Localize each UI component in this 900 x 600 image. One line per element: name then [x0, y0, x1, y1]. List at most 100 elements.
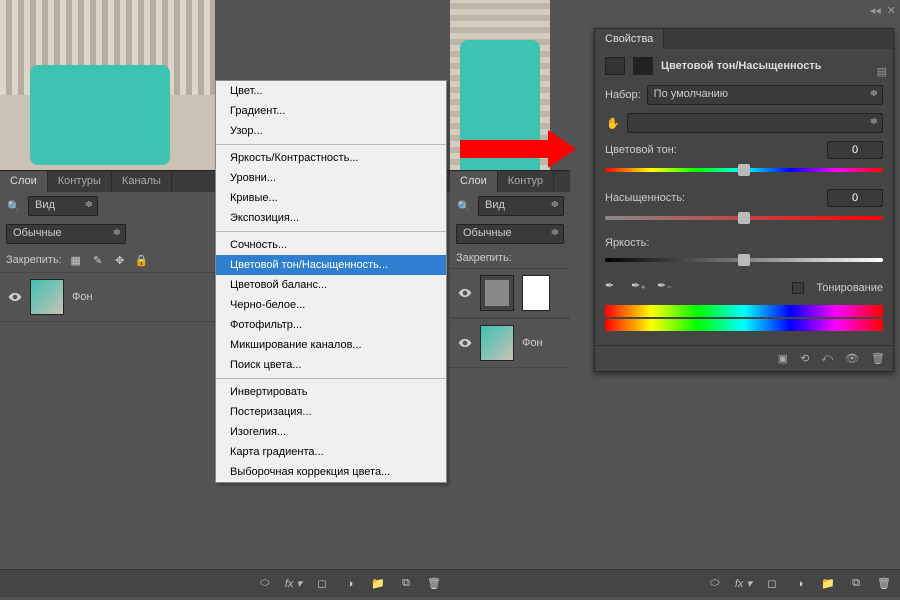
lightness-slider[interactable]: [605, 253, 883, 267]
saturation-value[interactable]: 0: [827, 189, 883, 207]
spectrum-bar-out: [605, 319, 883, 331]
layer-filter-select[interactable]: Вид: [28, 196, 98, 216]
lock-all-icon[interactable]: 🔒: [134, 252, 150, 268]
folder-icon[interactable]: 📁: [370, 576, 386, 592]
trash-icon[interactable]: 🗑: [876, 576, 892, 592]
properties-footer: ▣ ⟲ ⤺ 👁 🗑: [595, 345, 893, 371]
menu-photo-filter[interactable]: Фотофильтр...: [216, 315, 446, 335]
search-icon: 🔍: [6, 198, 22, 214]
preset-select[interactable]: По умолчанию: [647, 85, 883, 105]
reset-icon[interactable]: ⤺: [821, 352, 833, 365]
menu-gradient[interactable]: Градиент...: [216, 101, 446, 121]
mask-thumbnail: [522, 275, 550, 311]
menu-channel-mixer[interactable]: Микширование каналов...: [216, 335, 446, 355]
menu-threshold[interactable]: Изогелия...: [216, 422, 446, 442]
eyedropper-icon[interactable]: ✒: [605, 279, 623, 297]
hue-label: Цветовой тон:: [605, 144, 677, 156]
lock-label: Закрепить:: [456, 252, 512, 264]
mask-type-icon: [633, 57, 653, 75]
hue-slider[interactable]: [605, 163, 883, 177]
spectrum-bar-in: [605, 305, 883, 317]
menu-selective-color[interactable]: Выборочная коррекция цвета...: [216, 462, 446, 482]
canvas-preview: [0, 0, 215, 170]
colorize-label: Тонирование: [816, 282, 883, 294]
saturation-label: Насыщенность:: [605, 192, 685, 204]
menu-pattern[interactable]: Узор...: [216, 121, 446, 141]
new-layer-icon[interactable]: ⧉: [848, 576, 864, 592]
saturation-slider[interactable]: [605, 211, 883, 225]
visibility-icon[interactable]: [458, 286, 472, 300]
collapse-icon[interactable]: ◂◂: [870, 4, 881, 17]
blend-mode-select[interactable]: Обычные: [456, 224, 564, 244]
folder-icon[interactable]: 📁: [820, 576, 836, 592]
preset-label: Набор:: [605, 89, 641, 101]
trash-icon[interactable]: 🗑: [871, 352, 885, 365]
adjustment-menu: Цвет... Градиент... Узор... Яркость/Конт…: [215, 80, 447, 483]
lightness-label: Яркость:: [605, 237, 649, 249]
menu-solid-color[interactable]: Цвет...: [216, 81, 446, 101]
properties-panel: Свойства ▤ Цветовой тон/Насыщенность Наб…: [594, 28, 894, 372]
toggle-visibility-icon[interactable]: 👁: [845, 352, 859, 365]
menu-black-white[interactable]: Черно-белое...: [216, 295, 446, 315]
previous-state-icon[interactable]: ⟲: [800, 352, 809, 365]
lock-pixels-icon[interactable]: ▦: [68, 252, 84, 268]
visibility-icon[interactable]: [8, 290, 22, 304]
menu-brightness[interactable]: Яркость/Контрастность...: [216, 148, 446, 168]
menu-gradient-map[interactable]: Карта градиента...: [216, 442, 446, 462]
link-icon[interactable]: ⬭: [257, 576, 273, 592]
hue-value[interactable]: 0: [827, 141, 883, 159]
blend-mode-select[interactable]: Обычные: [6, 224, 126, 244]
new-layer-icon[interactable]: ⧉: [398, 576, 414, 592]
layers-panel: Слои Контур 🔍 Вид Обычные Закрепить: Фон: [450, 170, 570, 572]
layer-row-adjustment[interactable]: [450, 268, 570, 318]
search-icon: 🔍: [456, 198, 472, 214]
menu-color-lookup[interactable]: Поиск цвета...: [216, 355, 446, 375]
layer-row-bg[interactable]: Фон: [450, 318, 570, 368]
menu-levels[interactable]: Уровни...: [216, 168, 446, 188]
layer-thumbnail: [480, 325, 514, 361]
panel-title: Цветовой тон/Насыщенность: [661, 60, 822, 72]
adjustment-icon[interactable]: ◑: [792, 576, 808, 592]
visibility-icon[interactable]: [458, 336, 472, 350]
panel-menu-icon[interactable]: ▤: [877, 65, 887, 78]
mask-icon[interactable]: ◻: [314, 576, 330, 592]
fx-icon[interactable]: fx ▾: [285, 577, 302, 590]
adjustment-type-icon: [605, 57, 625, 75]
trash-icon[interactable]: 🗑: [426, 576, 442, 592]
menu-vibrance[interactable]: Сочность...: [216, 235, 446, 255]
menu-exposure[interactable]: Экспозиция...: [216, 208, 446, 228]
mask-icon[interactable]: ◻: [764, 576, 780, 592]
layer-filter-select[interactable]: Вид: [478, 196, 564, 216]
menu-curves[interactable]: Кривые...: [216, 188, 446, 208]
menu-color-balance[interactable]: Цветовой баланс...: [216, 275, 446, 295]
menu-posterize[interactable]: Постеризация...: [216, 402, 446, 422]
tab-paths[interactable]: Контуры: [48, 171, 112, 192]
fx-icon[interactable]: fx ▾: [735, 577, 752, 590]
tab-layers[interactable]: Слои: [450, 171, 498, 192]
eyedropper-add-icon[interactable]: ✒₊: [631, 279, 649, 297]
layers-bottom-bar: ⬭ fx ▾ ◻ ◑ 📁 ⧉ 🗑: [450, 569, 900, 597]
lock-move-icon[interactable]: ✥: [112, 252, 128, 268]
clip-icon[interactable]: ▣: [778, 352, 788, 365]
menu-invert[interactable]: Инвертировать: [216, 382, 446, 402]
tab-layers[interactable]: Слои: [0, 171, 48, 192]
adjustment-thumbnail: [480, 275, 514, 311]
tab-paths[interactable]: Контур: [498, 171, 554, 192]
layer-thumbnail: [30, 279, 64, 315]
window-controls: ◂◂ ✕: [870, 4, 896, 17]
lock-label: Закрепить:: [6, 254, 62, 266]
menu-hue-saturation[interactable]: Цветовой тон/Насыщенность...: [216, 255, 446, 275]
tab-properties[interactable]: Свойства: [595, 29, 664, 49]
layer-name: Фон: [72, 291, 93, 303]
annotation-arrow: [460, 140, 550, 158]
layers-bottom-bar: ⬭ fx ▾ ◻ ◑ 📁 ⧉ 🗑: [0, 569, 450, 597]
colorize-checkbox[interactable]: [792, 282, 804, 294]
link-icon[interactable]: ⬭: [707, 576, 723, 592]
color-range-select[interactable]: [627, 113, 883, 133]
tab-channels[interactable]: Каналы: [112, 171, 172, 192]
adjustment-icon[interactable]: ◑: [342, 576, 358, 592]
lock-brush-icon[interactable]: ✎: [90, 252, 106, 268]
hand-scrubber-icon[interactable]: ✋: [605, 115, 621, 131]
close-icon[interactable]: ✕: [887, 4, 896, 17]
eyedropper-subtract-icon[interactable]: ✒₋: [657, 279, 675, 297]
